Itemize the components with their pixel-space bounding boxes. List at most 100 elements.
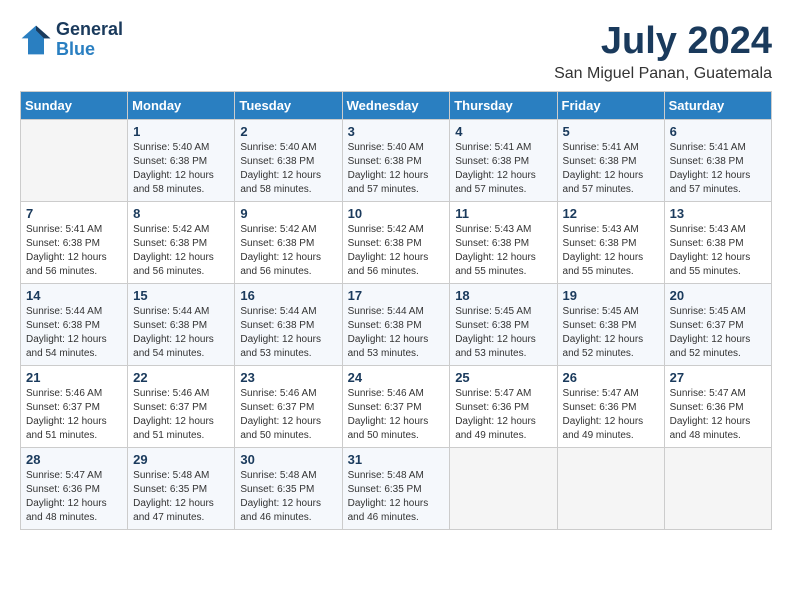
logo: General Blue xyxy=(20,20,123,60)
day-number: 7 xyxy=(26,206,122,221)
day-detail: Sunrise: 5:46 AMSunset: 6:37 PMDaylight:… xyxy=(26,387,122,443)
calendar-cell: 30 Sunrise: 5:48 AMSunset: 6:35 PMDayligh… xyxy=(235,448,342,530)
day-number: 24 xyxy=(348,370,445,385)
calendar-cell: 31Sunrise: 5:48 AMSunset: 6:35 PMDayligh… xyxy=(342,448,450,530)
day-number: 11 xyxy=(455,206,551,221)
month-title: July 2024 xyxy=(554,20,772,63)
day-detail: Sunrise: 5:44 AMSunset: 6:38 PMDaylight:… xyxy=(240,305,336,361)
day-detail: Sunrise: 5:41 AMSunset: 6:38 PMDaylight:… xyxy=(563,141,659,197)
logo-general-text: General xyxy=(56,20,123,40)
calendar-cell: 21 Sunrise: 5:46 AMSunset: 6:37 PMDayligh… xyxy=(21,366,128,448)
day-detail: Sunrise: 5:42 AMSunset: 6:38 PMDaylight:… xyxy=(240,223,336,279)
day-detail: Sunrise: 5:40 AMSunset: 6:38 PMDaylight:… xyxy=(348,141,445,197)
calendar-cell: 19Sunrise: 5:45 AMSunset: 6:38 PMDayligh… xyxy=(557,284,664,366)
day-number: 14 xyxy=(26,288,122,303)
weekday-header: Friday xyxy=(557,92,664,120)
calendar-cell: 24 Sunrise: 5:46 AMSunset: 6:37 PMDayligh… xyxy=(342,366,450,448)
day-detail: Sunrise: 5:44 AMSunset: 6:38 PMDaylight:… xyxy=(133,305,229,361)
logo-text: General Blue xyxy=(56,20,123,60)
calendar-week-row: 1Sunrise: 5:40 AMSunset: 6:38 PMDaylight… xyxy=(21,120,772,202)
weekday-header: Thursday xyxy=(450,92,557,120)
weekday-header: Saturday xyxy=(664,92,771,120)
calendar-cell: 18 Sunrise: 5:45 AMSunset: 6:38 PMDayligh… xyxy=(450,284,557,366)
day-number: 3 xyxy=(348,124,445,139)
calendar-cell: 28 Sunrise: 5:47 AMSunset: 6:36 PMDayligh… xyxy=(21,448,128,530)
calendar-cell: 7 Sunrise: 5:41 AMSunset: 6:38 PMDaylight… xyxy=(21,202,128,284)
calendar-table: SundayMondayTuesdayWednesdayThursdayFrid… xyxy=(20,91,772,530)
calendar-cell: 5Sunrise: 5:41 AMSunset: 6:38 PMDaylight… xyxy=(557,120,664,202)
page-header: General Blue July 2024 San Miguel Panan,… xyxy=(20,20,772,83)
day-number: 31 xyxy=(348,452,445,467)
calendar-cell: 1Sunrise: 5:40 AMSunset: 6:38 PMDaylight… xyxy=(128,120,235,202)
calendar-cell: 3 Sunrise: 5:40 AMSunset: 6:38 PMDaylight… xyxy=(342,120,450,202)
day-detail: Sunrise: 5:41 AMSunset: 6:38 PMDaylight:… xyxy=(670,141,766,197)
calendar-week-row: 28 Sunrise: 5:47 AMSunset: 6:36 PMDayligh… xyxy=(21,448,772,530)
calendar-week-row: 7 Sunrise: 5:41 AMSunset: 6:38 PMDaylight… xyxy=(21,202,772,284)
calendar-cell: 15 Sunrise: 5:44 AMSunset: 6:38 PMDayligh… xyxy=(128,284,235,366)
day-number: 18 xyxy=(455,288,551,303)
calendar-cell xyxy=(664,448,771,530)
calendar-cell: 20 Sunrise: 5:45 AMSunset: 6:37 PMDayligh… xyxy=(664,284,771,366)
day-number: 23 xyxy=(240,370,336,385)
day-detail: Sunrise: 5:43 AMSunset: 6:38 PMDaylight:… xyxy=(563,223,659,279)
weekday-header: Tuesday xyxy=(235,92,342,120)
day-number: 12 xyxy=(563,206,659,221)
weekday-header: Wednesday xyxy=(342,92,450,120)
calendar-cell: 14Sunrise: 5:44 AMSunset: 6:38 PMDayligh… xyxy=(21,284,128,366)
day-number: 30 xyxy=(240,452,336,467)
day-detail: Sunrise: 5:45 AMSunset: 6:37 PMDaylight:… xyxy=(670,305,766,361)
day-number: 27 xyxy=(670,370,766,385)
day-number: 2 xyxy=(240,124,336,139)
day-detail: Sunrise: 5:41 AMSunset: 6:38 PMDaylight:… xyxy=(26,223,122,279)
calendar-cell: 17Sunrise: 5:44 AMSunset: 6:38 PMDayligh… xyxy=(342,284,450,366)
title-section: July 2024 San Miguel Panan, Guatemala xyxy=(554,20,772,83)
day-detail: Sunrise: 5:46 AMSunset: 6:37 PMDaylight:… xyxy=(240,387,336,443)
day-detail: Sunrise: 5:48 AMSunset: 6:35 PMDaylight:… xyxy=(240,469,336,525)
day-detail: Sunrise: 5:47 AMSunset: 6:36 PMDaylight:… xyxy=(563,387,659,443)
day-number: 25 xyxy=(455,370,551,385)
day-number: 15 xyxy=(133,288,229,303)
day-number: 29 xyxy=(133,452,229,467)
day-number: 9 xyxy=(240,206,336,221)
day-detail: Sunrise: 5:47 AMSunset: 6:36 PMDaylight:… xyxy=(455,387,551,443)
day-number: 21 xyxy=(26,370,122,385)
day-number: 22 xyxy=(133,370,229,385)
day-detail: Sunrise: 5:43 AMSunset: 6:38 PMDaylight:… xyxy=(455,223,551,279)
calendar-cell xyxy=(450,448,557,530)
calendar-cell: 8 Sunrise: 5:42 AMSunset: 6:38 PMDaylight… xyxy=(128,202,235,284)
location: San Miguel Panan, Guatemala xyxy=(554,65,772,83)
calendar-cell xyxy=(557,448,664,530)
calendar-cell: 12 Sunrise: 5:43 AMSunset: 6:38 PMDayligh… xyxy=(557,202,664,284)
day-number: 8 xyxy=(133,206,229,221)
day-number: 6 xyxy=(670,124,766,139)
day-number: 13 xyxy=(670,206,766,221)
day-number: 17 xyxy=(348,288,445,303)
calendar-cell: 10 Sunrise: 5:42 AMSunset: 6:38 PMDayligh… xyxy=(342,202,450,284)
calendar-cell: 11 Sunrise: 5:43 AMSunset: 6:38 PMDayligh… xyxy=(450,202,557,284)
day-number: 26 xyxy=(563,370,659,385)
day-detail: Sunrise: 5:46 AMSunset: 6:37 PMDaylight:… xyxy=(133,387,229,443)
day-detail: Sunrise: 5:48 AMSunset: 6:35 PMDaylight:… xyxy=(133,469,229,525)
day-number: 4 xyxy=(455,124,551,139)
day-detail: Sunrise: 5:40 AMSunset: 6:38 PMDaylight:… xyxy=(133,141,229,197)
day-number: 16 xyxy=(240,288,336,303)
calendar-cell: 2Sunrise: 5:40 AMSunset: 6:38 PMDaylight… xyxy=(235,120,342,202)
weekday-row: SundayMondayTuesdayWednesdayThursdayFrid… xyxy=(21,92,772,120)
day-number: 28 xyxy=(26,452,122,467)
weekday-header: Monday xyxy=(128,92,235,120)
day-number: 10 xyxy=(348,206,445,221)
logo-blue-text: Blue xyxy=(56,40,123,60)
day-detail: Sunrise: 5:45 AMSunset: 6:38 PMDaylight:… xyxy=(455,305,551,361)
day-detail: Sunrise: 5:47 AMSunset: 6:36 PMDaylight:… xyxy=(26,469,122,525)
weekday-header: Sunday xyxy=(21,92,128,120)
calendar-cell: 26 Sunrise: 5:47 AMSunset: 6:36 PMDayligh… xyxy=(557,366,664,448)
calendar-cell: 22 Sunrise: 5:46 AMSunset: 6:37 PMDayligh… xyxy=(128,366,235,448)
day-detail: Sunrise: 5:42 AMSunset: 6:38 PMDaylight:… xyxy=(348,223,445,279)
day-detail: Sunrise: 5:42 AMSunset: 6:38 PMDaylight:… xyxy=(133,223,229,279)
day-detail: Sunrise: 5:45 AMSunset: 6:38 PMDaylight:… xyxy=(563,305,659,361)
calendar-cell: 6 Sunrise: 5:41 AMSunset: 6:38 PMDaylight… xyxy=(664,120,771,202)
day-detail: Sunrise: 5:46 AMSunset: 6:37 PMDaylight:… xyxy=(348,387,445,443)
day-number: 20 xyxy=(670,288,766,303)
calendar-cell: 27Sunrise: 5:47 AMSunset: 6:36 PMDayligh… xyxy=(664,366,771,448)
calendar-body: 1Sunrise: 5:40 AMSunset: 6:38 PMDaylight… xyxy=(21,120,772,530)
